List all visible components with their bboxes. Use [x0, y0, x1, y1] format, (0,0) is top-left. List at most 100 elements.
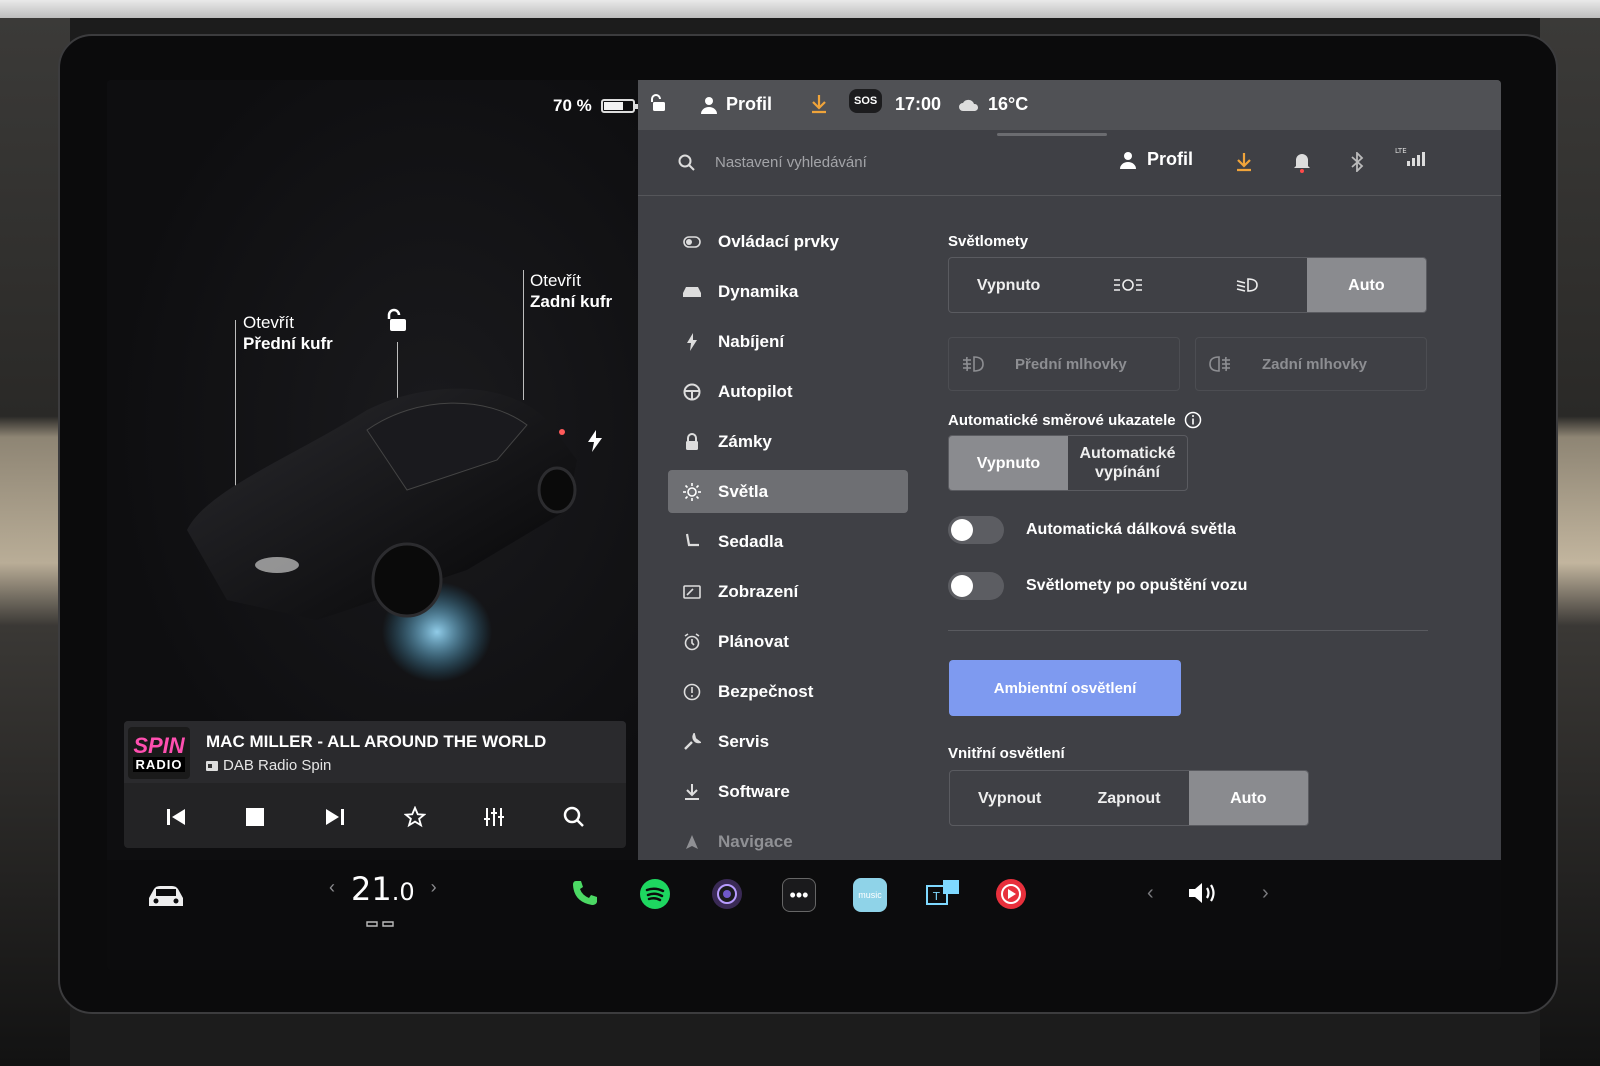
interior-off-option[interactable]: Vypnout: [950, 771, 1069, 825]
nav-item-software[interactable]: Software: [668, 770, 908, 813]
nav-item-autopilot[interactable]: Autopilot: [668, 370, 908, 413]
nav-item-zobrazení[interactable]: Zobrazení: [668, 570, 908, 613]
turn-signals-selector: Vypnuto Automatické vypínání: [948, 435, 1188, 491]
equalizer-icon: [484, 807, 505, 826]
download-icon[interactable]: [1235, 152, 1253, 172]
front-fog-button[interactable]: Přední mlhovky: [948, 337, 1180, 391]
temp-decimal: .0: [391, 878, 415, 906]
volume-up-button[interactable]: ›: [1262, 882, 1269, 905]
stop-button[interactable]: [235, 797, 275, 837]
nav-item-label: Sedadla: [718, 531, 784, 551]
info-icon[interactable]: [1184, 411, 1202, 429]
headlights-auto-option[interactable]: Auto: [1306, 258, 1426, 312]
turn-signals-auto-option[interactable]: Automatické vypínání: [1068, 436, 1187, 490]
nav-item-label: Servis: [718, 731, 770, 751]
alarm-clock-icon: [682, 632, 702, 652]
sos-button[interactable]: SOS: [849, 89, 883, 113]
nav-item-navigace[interactable]: Navigace: [668, 820, 908, 863]
search-icon: [678, 154, 695, 171]
nav-item-sedadla[interactable]: Sedadla: [668, 520, 908, 563]
info-circle-icon: [682, 682, 702, 702]
turn-signals-auto-line2: vypínání: [1095, 464, 1160, 481]
clock: 17:00: [895, 94, 942, 114]
spotify-app[interactable]: [639, 878, 671, 910]
profile-button[interactable]: Profil: [1119, 149, 1193, 170]
parking-lights-icon: [1113, 279, 1142, 291]
unlock-icon[interactable]: [384, 308, 410, 334]
temp-increase-icon[interactable]: ›: [431, 877, 437, 908]
favorite-button[interactable]: [395, 797, 435, 837]
nav-item-zámky[interactable]: Zámky: [668, 420, 908, 463]
bluetooth-icon[interactable]: [1350, 152, 1364, 172]
car-button[interactable]: [147, 884, 185, 910]
nav-item-label: Software: [718, 781, 790, 801]
star-icon: [403, 805, 426, 827]
cabin-temperature[interactable]: 21.0: [351, 870, 415, 908]
open-front-trunk[interactable]: Otevřít Přední kufr: [243, 312, 333, 354]
now-playing[interactable]: SPIN RADIO MAC MILLER - ALL AROUND THE W…: [124, 721, 626, 783]
nav-item-světla[interactable]: Světla: [668, 470, 908, 513]
seat-heat-icon[interactable]: [365, 918, 397, 930]
nav-item-plánovat[interactable]: Plánovat: [668, 620, 908, 663]
equalizer-button[interactable]: [474, 797, 514, 837]
camera-app[interactable]: [711, 878, 743, 910]
low-beam-option[interactable]: [1188, 258, 1307, 312]
bell-icon[interactable]: [1293, 151, 1311, 173]
rear-fog-label: Zadní mlhovky: [1262, 355, 1368, 373]
settings-search-input[interactable]: Nastavení vyhledávání: [715, 154, 867, 171]
more-icon: •••: [782, 878, 816, 912]
nav-item-label: Autopilot: [718, 381, 793, 401]
track-title: MAC MILLER - ALL AROUND THE WORLD: [206, 732, 547, 751]
skip-next-icon: [326, 808, 345, 825]
amazon-music-app[interactable]: music: [853, 878, 887, 912]
wrench-icon: [682, 732, 702, 752]
car-visualization-panel: 70 % Otevřít Přední kufr Otevřít Zadní k…: [107, 80, 652, 860]
auto-high-beam-label: Automatická dálková světla: [1026, 521, 1236, 538]
interior-on-option[interactable]: Zapnout: [1069, 771, 1188, 825]
volume-button[interactable]: [1187, 880, 1223, 906]
parking-lights-option[interactable]: [1068, 258, 1187, 312]
nav-item-bezpečnost[interactable]: Bezpečnost: [668, 670, 908, 713]
display-icon: [682, 582, 702, 602]
auto-high-beam-toggle[interactable]: [948, 516, 1004, 544]
media-search-button[interactable]: [554, 797, 594, 837]
nav-item-label: Ovládací prvky: [718, 231, 839, 251]
next-button[interactable]: [315, 797, 355, 837]
front-trunk-action: Otevřít: [243, 313, 295, 332]
seat-icon: [682, 532, 702, 552]
media-app[interactable]: [995, 878, 1027, 910]
download-icon: [682, 782, 702, 802]
section-divider: [948, 630, 1428, 631]
status-download[interactable]: [810, 94, 828, 114]
nav-item-servis[interactable]: Servis: [668, 720, 908, 763]
turn-signals-off-option[interactable]: Vypnuto: [949, 436, 1068, 490]
temp-decrease-icon[interactable]: ‹: [329, 877, 335, 908]
turn-signals-auto-line1: Automatické: [1079, 445, 1176, 462]
rear-fog-button[interactable]: Zadní mlhovky: [1195, 337, 1427, 391]
lock-status[interactable]: [650, 94, 668, 112]
interior-auto-option[interactable]: Auto: [1188, 771, 1308, 825]
open-rear-trunk[interactable]: Otevřít Zadní kufr: [530, 270, 612, 312]
bolt-icon: [682, 332, 702, 352]
phone-app[interactable]: [570, 878, 600, 908]
previous-button[interactable]: [156, 797, 196, 837]
low-beam-icon: [1236, 278, 1258, 292]
headlights-after-exit-toggle[interactable]: [948, 572, 1004, 600]
nav-item-ovládací-prvky[interactable]: Ovládací prvky: [668, 220, 908, 263]
ambient-lighting-button[interactable]: Ambientní osvětlení: [949, 660, 1181, 716]
toybox-app[interactable]: T: [925, 878, 963, 908]
headlights-off-option[interactable]: Vypnuto: [949, 258, 1068, 312]
nav-item-nabíjení[interactable]: Nabíjení: [668, 320, 908, 363]
amazon-music-icon: music: [853, 878, 887, 912]
person-icon: [1120, 151, 1136, 169]
nav-item-label: Bezpečnost: [718, 681, 814, 701]
status-profile[interactable]: Profil: [700, 94, 772, 115]
nav-item-label: Dynamika: [718, 281, 799, 301]
status-bar: Profil SOS 17:00 16°C: [638, 80, 1501, 130]
volume-down-button[interactable]: ‹: [1147, 882, 1154, 905]
source-label: DAB Radio Spin: [223, 757, 332, 774]
more-apps-button[interactable]: •••: [782, 878, 816, 912]
nav-item-label: Zámky: [718, 431, 772, 451]
panel-grab-handle[interactable]: [997, 133, 1107, 136]
nav-item-dynamika[interactable]: Dynamika: [668, 270, 908, 313]
